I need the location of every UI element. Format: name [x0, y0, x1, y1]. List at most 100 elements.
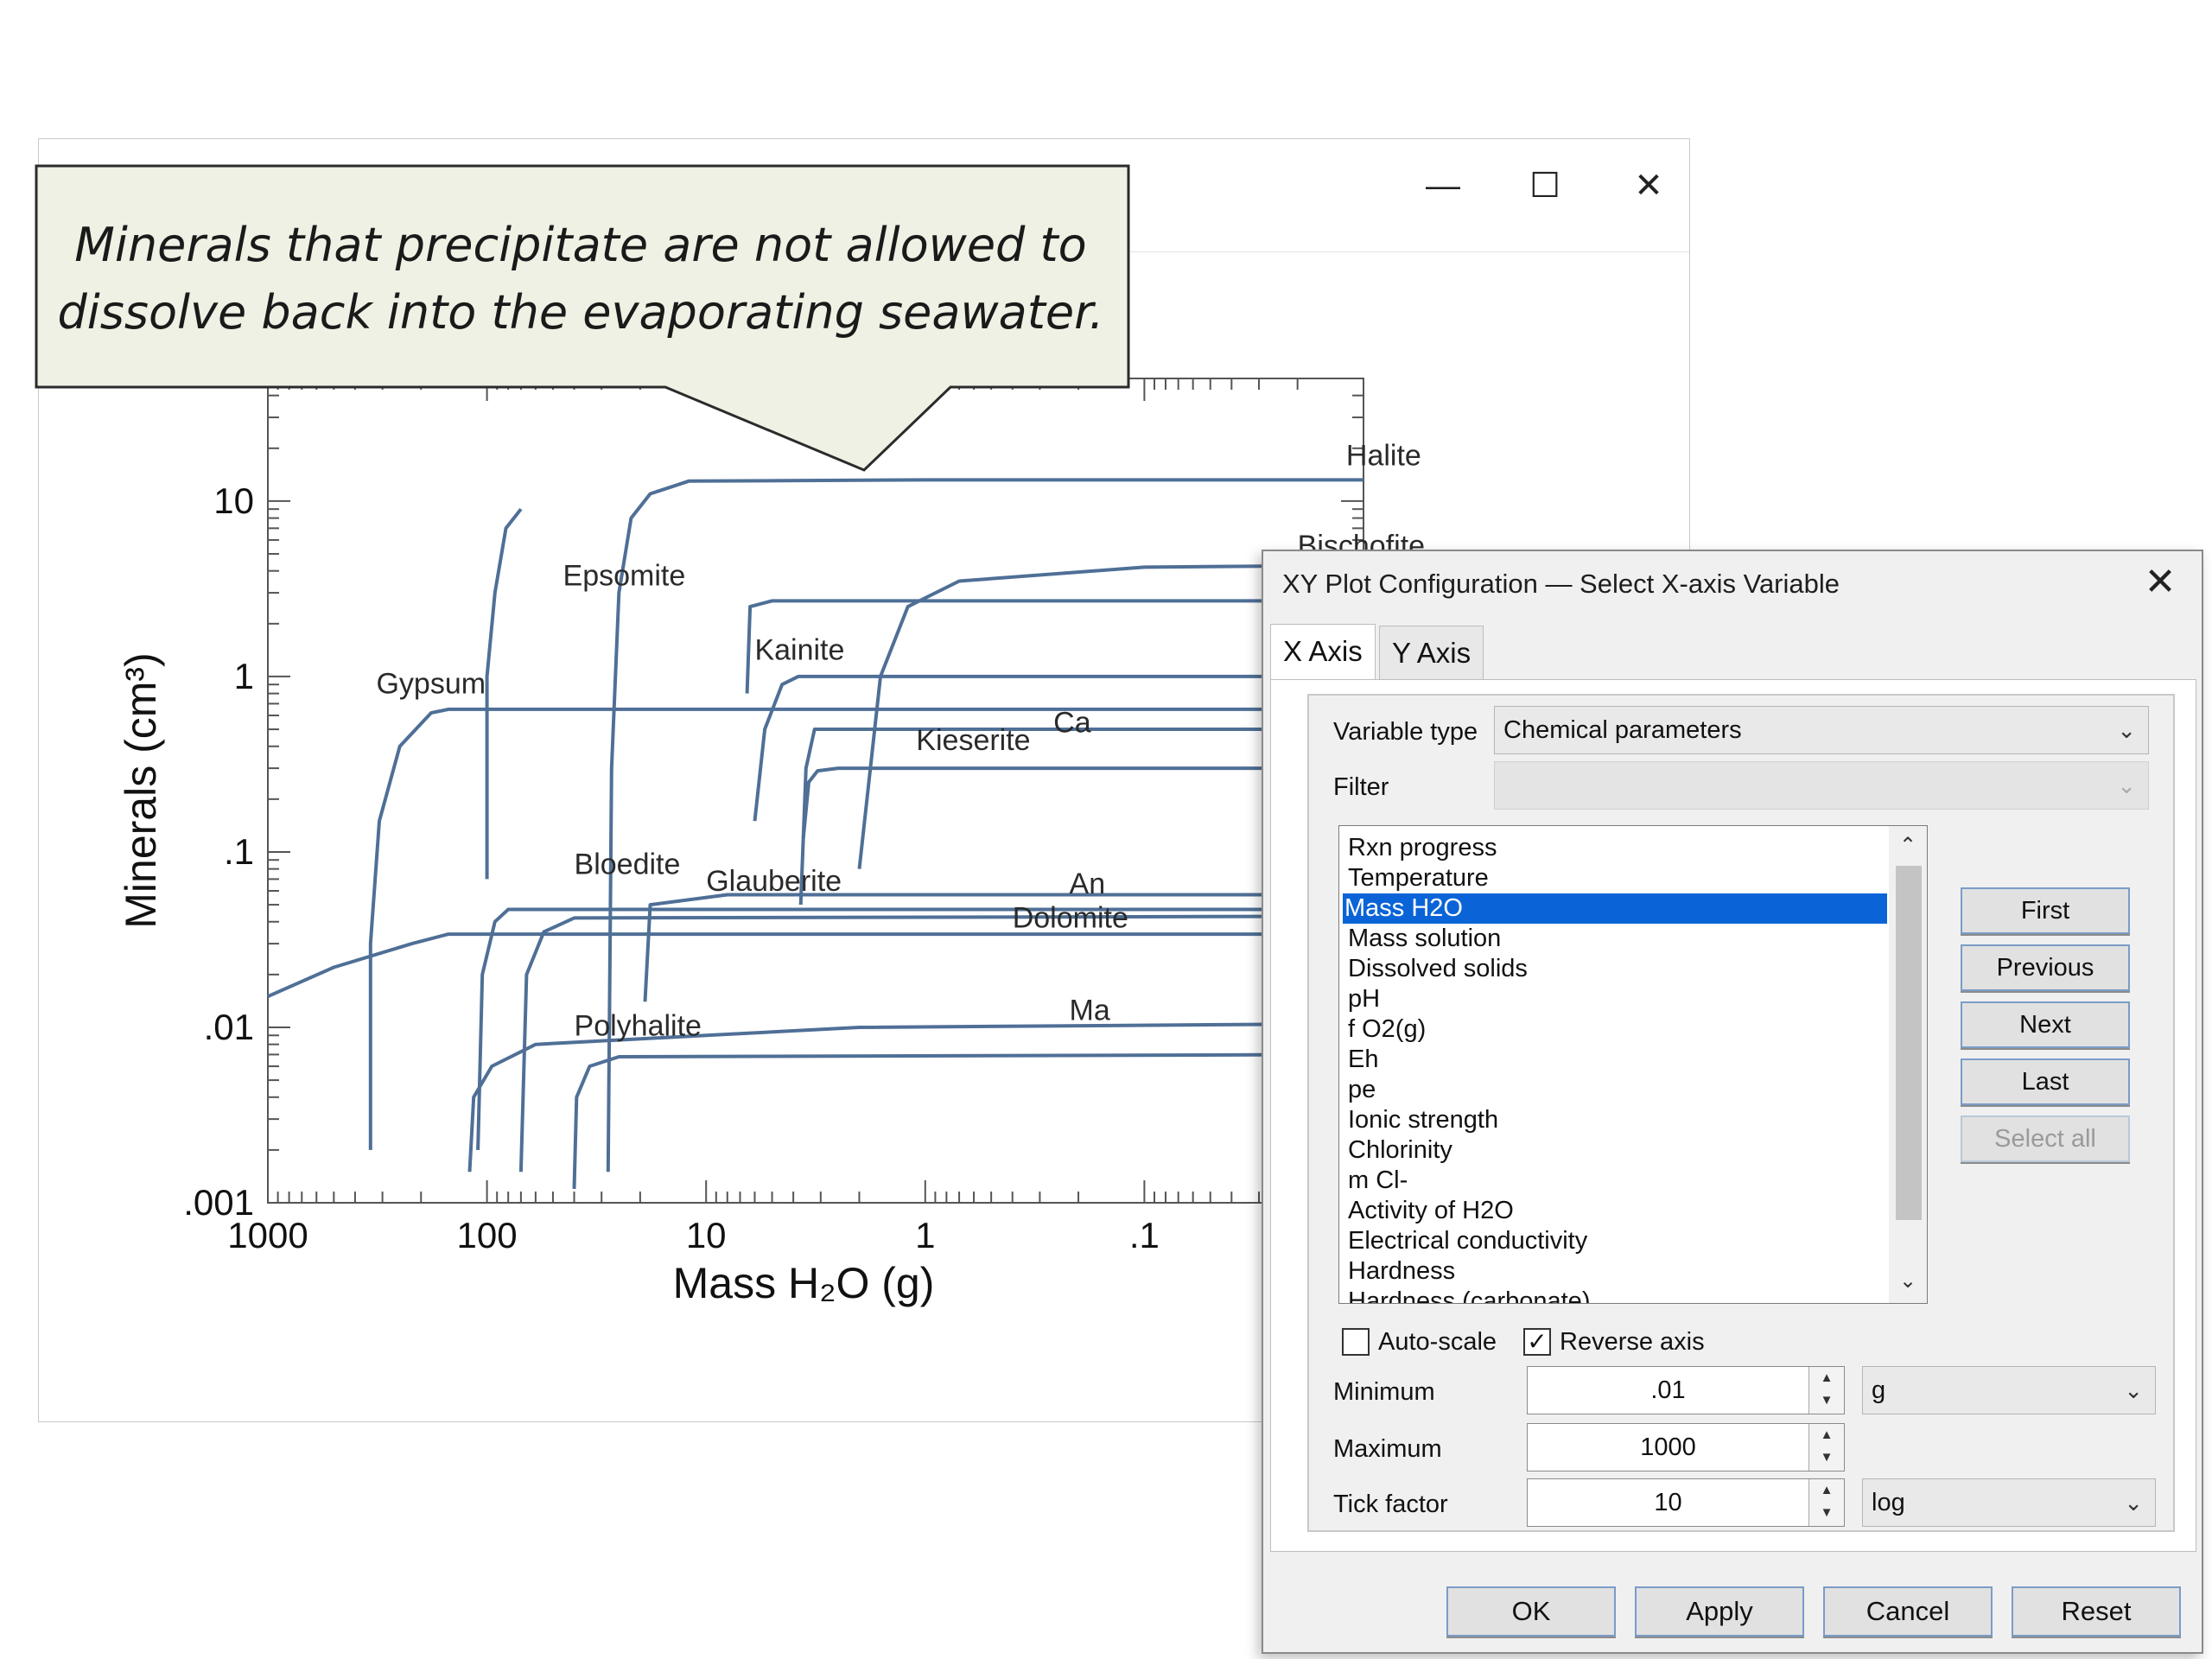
dialog-title: XY Plot Configuration — Select X-axis Va… [1282, 569, 1840, 599]
auto-scale-label: Auto-scale [1378, 1328, 1497, 1356]
series-line [485, 507, 523, 880]
ok-button[interactable]: OK [1446, 1586, 1616, 1637]
list-item[interactable]: Hardness (carbonate) [1346, 1287, 1891, 1303]
variable-listbox[interactable]: Rxn progress Temperature Mass H2O Mass solu… [1338, 825, 1928, 1304]
tick-factor-input[interactable]: 10 ▲ ▼ [1527, 1478, 1845, 1527]
maximum-value: 1000 [1640, 1433, 1696, 1461]
list-item[interactable]: m Cl- [1346, 1166, 1891, 1196]
list-item[interactable]: Chlorinity [1346, 1135, 1891, 1166]
list-item[interactable]: pH [1346, 984, 1891, 1014]
list-item[interactable]: Electrical conductivity [1346, 1226, 1891, 1256]
series-label: Glauberite [706, 865, 842, 898]
list-item[interactable]: Dissolved solids [1346, 954, 1891, 984]
y-tick-label: 1 [234, 656, 254, 696]
previous-button[interactable]: Previous [1961, 944, 2130, 991]
next-button[interactable]: Next [1961, 1001, 2130, 1048]
x-tick-label: 100 [457, 1215, 518, 1255]
series-line [572, 1052, 1364, 1189]
series-label: Dolomite [1013, 902, 1128, 935]
callout-line-1: Minerals that precipitate are not allowe… [74, 218, 1087, 272]
plot-area-border [267, 378, 1364, 1204]
series-label: Halite [1346, 439, 1421, 472]
unit-select[interactable]: g ⌄ [1862, 1366, 2156, 1414]
list-item[interactable]: Activity of H2O [1346, 1196, 1891, 1226]
last-button[interactable]: Last [1961, 1058, 2130, 1105]
tab-x-axis[interactable]: X Axis [1270, 624, 1376, 681]
list-item[interactable]: Eh [1346, 1045, 1891, 1075]
list-item[interactable]: Mass solution [1346, 924, 1891, 954]
list-item[interactable]: Hardness [1346, 1256, 1891, 1287]
callout-line-2: dissolve back into the evaporating seawa… [57, 285, 1104, 340]
tick-factor-label: Tick factor [1333, 1491, 1448, 1518]
filter-select[interactable]: ⌄ [1494, 761, 2149, 810]
chart-labels: 1000 100 10 1.1.001.01.1110Mass H₂O (g)Mine… [117, 439, 1425, 1307]
variable-type-label: Variable type [1333, 718, 1478, 746]
tick-factor-spinner[interactable]: ▲ ▼ [1808, 1479, 1844, 1526]
series-label: An [1070, 868, 1106, 900]
series-label: Kainite [754, 633, 844, 666]
x-tick-label: .1 [1129, 1215, 1160, 1255]
scale-select[interactable]: log ⌄ [1862, 1478, 2156, 1527]
tab-y-axis[interactable]: Y Axis [1379, 626, 1484, 679]
reverse-axis-checkbox[interactable]: ✓ [1523, 1328, 1551, 1356]
list-item[interactable]: pe [1346, 1075, 1891, 1105]
chevron-down-icon: ⌄ [2117, 717, 2136, 743]
unit-value: g [1872, 1376, 1886, 1404]
reverse-axis-label: Reverse axis [1560, 1328, 1705, 1356]
series-line [368, 707, 1363, 1150]
series-line [467, 1021, 1364, 1173]
series-lines [267, 478, 1364, 1189]
tab-panel: Variable type Chemical parameters ⌄ Filt… [1270, 679, 2196, 1552]
scroll-down-icon[interactable]: ⌄ [1889, 1268, 1927, 1294]
series-label: Gypsum [376, 668, 486, 701]
list-item[interactable]: f O2(g) [1346, 1014, 1891, 1045]
y-tick-label: .1 [224, 831, 254, 872]
maximum-label: Maximum [1333, 1435, 1442, 1463]
cancel-button[interactable]: Cancel [1823, 1586, 1993, 1637]
list-item[interactable]: Mass H2O [1343, 893, 1887, 924]
series-label: Kieserite [916, 724, 1030, 757]
variable-type-value: Chemical parameters [1503, 716, 1742, 744]
auto-scale-checkbox[interactable] [1342, 1328, 1370, 1356]
minimum-value: .01 [1650, 1376, 1686, 1404]
maximum-input[interactable]: 1000 ▲ ▼ [1527, 1423, 1845, 1471]
scroll-thumb[interactable] [1896, 866, 1922, 1220]
list-item[interactable]: Ionic strength [1346, 1105, 1891, 1135]
y-tick-label: .001 [183, 1182, 254, 1223]
y-tick-label: 10 [213, 480, 254, 521]
callout-text: Minerals that precipitate are not allowe… [41, 212, 1120, 346]
x-tick-label: 1 [915, 1215, 935, 1255]
y-tick-label: .01 [204, 1007, 254, 1047]
x-axis-title: Mass H₂O (g) [673, 1259, 935, 1307]
series-label: Bloedite [575, 848, 681, 880]
tick-marks [267, 378, 1364, 1204]
series-label: Epsomite [563, 560, 686, 593]
y-axis-title: Minerals (cm³) [117, 652, 165, 928]
list-item[interactable]: Rxn progress [1346, 833, 1891, 863]
list-item[interactable]: Temperature [1346, 863, 1891, 893]
series-line [267, 932, 1363, 999]
chevron-down-icon: ⌄ [2124, 1490, 2143, 1516]
chevron-down-icon: ⌄ [2117, 772, 2136, 798]
reset-button[interactable]: Reset [2012, 1586, 2181, 1637]
axis-settings-group: Variable type Chemical parameters ⌄ Filt… [1307, 694, 2175, 1532]
first-button[interactable]: First [1961, 887, 2130, 934]
scale-value: log [1872, 1489, 1905, 1516]
dialog-close-button[interactable]: ✕ [2136, 558, 2184, 607]
series-label: Ma [1070, 995, 1110, 1027]
filter-label: Filter [1333, 773, 1389, 801]
variable-type-select[interactable]: Chemical parameters ⌄ [1494, 706, 2149, 754]
scroll-up-icon[interactable]: ⌃ [1889, 833, 1927, 858]
tick-factor-value: 10 [1654, 1489, 1682, 1516]
minimum-label: Minimum [1333, 1378, 1435, 1406]
apply-button[interactable]: Apply [1635, 1586, 1804, 1637]
list-scrollbar[interactable]: ⌃ ⌄ [1889, 826, 1927, 1303]
minimum-input[interactable]: .01 ▲ ▼ [1527, 1366, 1845, 1414]
x-tick-label: 10 [686, 1215, 727, 1255]
series-label: Polyhalite [575, 1009, 702, 1042]
series-label: Ca [1053, 707, 1091, 740]
maximum-spinner[interactable]: ▲ ▼ [1808, 1424, 1844, 1471]
chevron-down-icon: ⌄ [2124, 1377, 2143, 1403]
select-all-button[interactable]: Select all [1961, 1116, 2130, 1162]
minimum-spinner[interactable]: ▲ ▼ [1808, 1367, 1844, 1414]
